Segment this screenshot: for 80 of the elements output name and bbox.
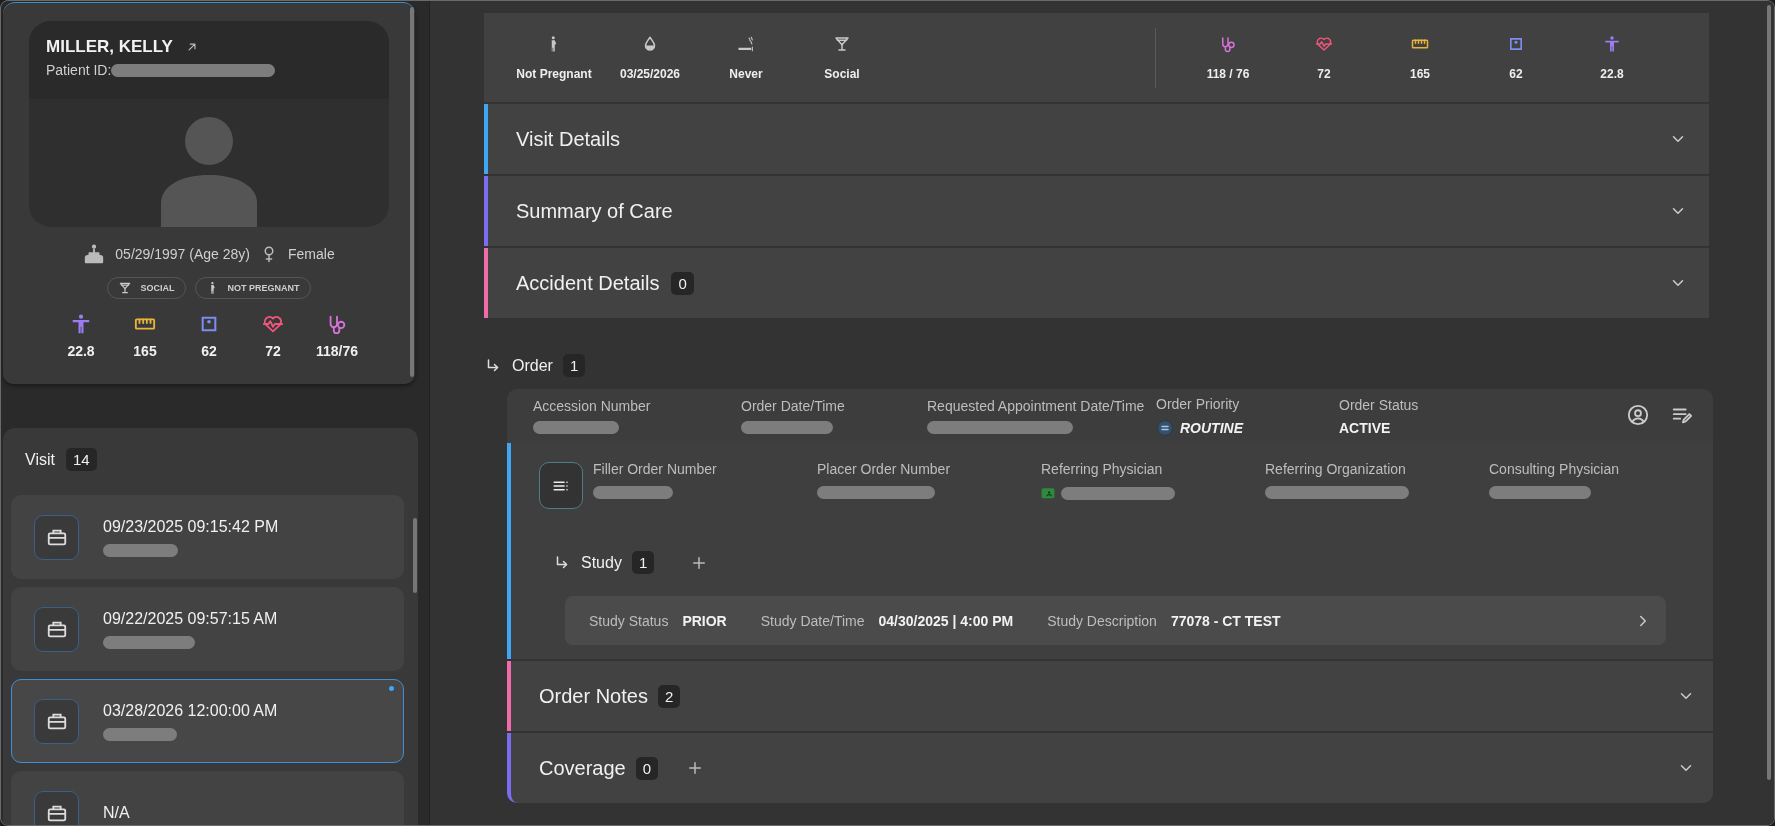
- cocktail-glass-icon: [833, 34, 851, 53]
- patient-name: MILLER, KELLY: [46, 37, 173, 57]
- visit-item[interactable]: 03/28/2026 12:00:00 AM: [11, 679, 404, 763]
- summary-value: Social: [824, 66, 860, 81]
- summary-value: Never: [729, 66, 763, 81]
- count-badge: 2: [657, 684, 681, 708]
- visit-datetime: 03/28/2026 12:00:00 AM: [103, 701, 278, 720]
- field-label: Order Priority: [1156, 395, 1241, 412]
- scrollbar[interactable]: [1767, 5, 1771, 780]
- count-badge: 1: [631, 551, 655, 574]
- field-label: Consulting Physician: [1489, 461, 1620, 477]
- section-title: Order Notes: [539, 684, 648, 708]
- field-value: 77078 - CT TEST: [1170, 612, 1281, 629]
- id-card-icon: [1041, 486, 1055, 500]
- field-value: ACTIVE: [1339, 419, 1392, 436]
- birth-date: 05/29/1997 (Age 28y): [115, 246, 250, 262]
- scrollbar[interactable]: [410, 7, 414, 377]
- visit-datetime: 09/22/2025 09:57:15 AM: [103, 609, 278, 628]
- section-title: Visit Details: [516, 127, 621, 151]
- section-title: Summary of Care: [516, 199, 673, 223]
- study-title: Study: [581, 553, 622, 572]
- briefcase-icon: [34, 698, 79, 744]
- field-label: Placer Order Number: [817, 461, 952, 477]
- vital-value: 22.8: [1600, 66, 1624, 81]
- field-label: Study Date/Time: [760, 612, 865, 629]
- vital-value: 165: [133, 343, 157, 359]
- vital-value: 62: [1509, 66, 1523, 81]
- section-header[interactable]: Visit Details: [484, 104, 1709, 174]
- field-label: Requested Appointment Date/Time: [927, 398, 1146, 414]
- field-label: Study Status: [589, 612, 669, 629]
- cocktail-glass-icon: [118, 281, 133, 295]
- cake-icon: [83, 243, 106, 265]
- briefcase-icon: [34, 790, 79, 825]
- scrollbar[interactable]: [413, 518, 417, 593]
- section-title: Accident Details: [516, 271, 660, 295]
- field-value: ROUTINE: [1180, 419, 1243, 436]
- count-badge: 1: [562, 354, 586, 377]
- field-label: Study Description: [1047, 612, 1157, 629]
- order-title: Order: [512, 356, 553, 375]
- patient-id-label: Patient ID:: [46, 62, 112, 78]
- vital-value: 118/76: [315, 343, 359, 359]
- field-label: Order Date/Time: [741, 398, 846, 414]
- section-header[interactable]: Coverage 0: [507, 733, 1713, 803]
- visit-item[interactable]: N/A: [11, 771, 404, 825]
- selected-dot: [389, 686, 394, 691]
- vital-value: 62: [201, 343, 217, 359]
- section-header[interactable]: Summary of Care: [484, 176, 1709, 246]
- count-badge: 0: [635, 756, 659, 780]
- field-label: Referring Organization: [1265, 461, 1407, 477]
- field-label: Order Status: [1339, 396, 1420, 413]
- visit-datetime: N/A: [103, 804, 130, 822]
- field-label: Accession Number: [533, 398, 652, 414]
- list-icon[interactable]: [539, 462, 583, 509]
- section-title: Coverage: [539, 756, 626, 780]
- visit-item[interactable]: 09/23/2025 09:15:42 PM: [11, 495, 404, 579]
- field-label: Filler Order Number: [593, 461, 718, 477]
- visit-datetime: 09/23/2025 09:15:42 PM: [103, 517, 279, 536]
- field-value: 04/30/2025 | 4:00 PM: [878, 612, 1014, 629]
- count-badge: 14: [65, 448, 97, 471]
- visit-title: Visit: [25, 450, 55, 469]
- field-label: Referring Physician: [1041, 461, 1164, 477]
- count-badge: 0: [671, 271, 694, 295]
- briefcase-icon: [34, 514, 79, 560]
- briefcase-icon: [34, 606, 79, 652]
- study-row[interactable]: Study Status PRIOR Study Date/Time 04/30/2025 | 4:00 PM Study Description 77078 - CT TEST: [565, 596, 1666, 645]
- summary-value: 03/25/2026: [619, 66, 681, 81]
- section-header[interactable]: Order Notes 2: [507, 661, 1713, 731]
- field-value: PRIOR: [682, 612, 727, 629]
- vital-value: 22.8: [67, 343, 95, 359]
- sex: Female: [288, 246, 335, 262]
- user-circle-icon[interactable]: [1627, 404, 1649, 426]
- summary-value: Not Pregnant: [516, 66, 592, 81]
- section-header[interactable]: Accident Details 0: [484, 248, 1709, 318]
- vital-value: 72: [265, 343, 281, 359]
- vital-value: 118 / 76: [1206, 66, 1250, 81]
- vital-value: 72: [1317, 66, 1331, 81]
- equals-icon: [1156, 418, 1174, 437]
- cigarette-icon: [737, 34, 755, 53]
- vital-value: 165: [1410, 66, 1430, 81]
- visit-item[interactable]: 09/22/2025 09:57:15 AM: [11, 587, 404, 671]
